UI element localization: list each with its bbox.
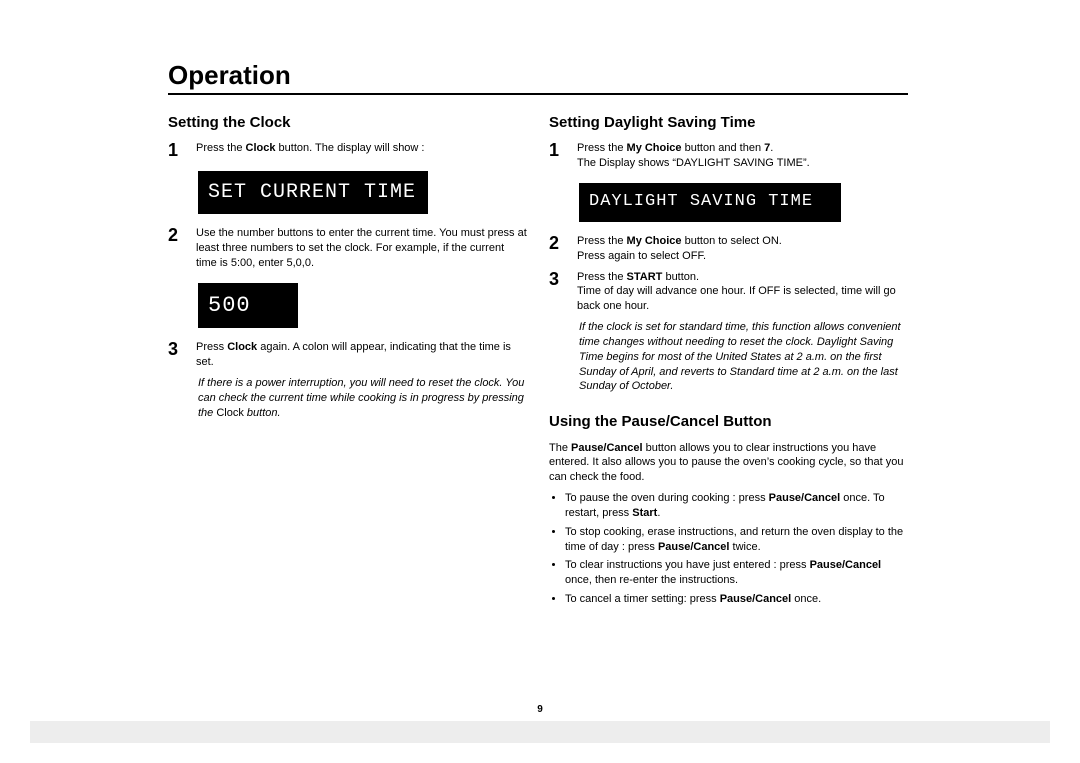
text: . [657,507,660,519]
clock-step-3: 3 Press Clock again. A colon will appear… [168,340,527,370]
bullet-pause: To pause the oven during cooking : press… [565,491,908,521]
lcd-display-500: 500 [198,283,298,329]
lcd-display-set-time: SET CURRENT TIME [198,171,428,214]
step-body: Use the number buttons to enter the curr… [196,226,527,271]
lcd-display-dst: DAYLIGHT SAVING TIME [579,183,841,222]
text: To clear instructions you have just ente… [565,559,810,571]
text: To pause the oven during cooking : press [565,492,769,504]
step-number: 2 [168,226,184,271]
page-number: 9 [0,704,1080,715]
pause-bullets: To pause the oven during cooking : press… [565,491,908,607]
step-number: 1 [549,141,565,171]
bullet-stop: To stop cooking, erase instructions, and… [565,525,908,555]
bullet-timer: To cancel a timer setting: press Pause/C… [565,592,908,607]
text: The Display shows “DAYLIGHT SAVING TIME”… [577,156,908,171]
text: Time of day will advance one hour. If OF… [577,284,908,314]
step-body: Press the START button. Time of day will… [577,270,908,315]
text: Press the [577,271,627,283]
text: button. [662,271,699,283]
text: Press again to select OFF. [577,249,908,264]
columns: Setting the Clock 1 Press the Clock butt… [168,109,908,611]
right-column: Setting Daylight Saving Time 1 Press the… [549,109,908,611]
left-column: Setting the Clock 1 Press the Clock butt… [168,109,527,611]
step-number: 2 [549,234,565,264]
step-body: Press the My Choice button to select ON.… [577,234,908,264]
text: To cancel a timer setting: press [565,593,720,605]
section-setting-clock: Setting the Clock [168,113,527,133]
step-body: Press the Clock button. The display will… [196,141,527,159]
step-body: Press the My Choice button and then 7. T… [577,141,908,171]
page-title: Operation [168,60,908,95]
bullet-clear: To clear instructions you have just ente… [565,558,908,588]
section-dst: Setting Daylight Saving Time [549,113,908,133]
start-label: Start [632,507,657,519]
start-label: START [627,271,663,283]
pause-cancel-label: Pause/Cancel [810,559,882,571]
clock-label: Clock [216,407,244,419]
manual-page: Operation Setting the Clock 1 Press the … [0,0,1080,763]
dst-step-2: 2 Press the My Choice button to select O… [549,234,908,264]
step-number: 3 [168,340,184,370]
dst-step-3: 3 Press the START button. Time of day wi… [549,270,908,315]
clock-label: Clock [227,341,257,353]
pause-intro: The Pause/Cancel button allows you to cl… [549,441,908,486]
pause-cancel-label: Pause/Cancel [571,442,643,454]
text: button and then [682,142,765,154]
dst-note: If the clock is set for standard time, t… [579,320,908,394]
text: Press the [577,142,627,154]
clock-step-2: 2 Use the number buttons to enter the cu… [168,226,527,271]
pause-cancel-label: Pause/Cancel [658,541,730,553]
step-number: 1 [168,141,184,159]
page-footer: 9 [0,704,1080,743]
section-pause-cancel: Using the Pause/Cancel Button [549,412,908,432]
text: The [549,442,571,454]
clock-note: If there is a power interruption, you wi… [198,376,527,421]
pause-cancel-label: Pause/Cancel [769,492,841,504]
dst-step-1: 1 Press the My Choice button and then 7.… [549,141,908,171]
text: button to select ON. [682,235,782,247]
text: button. [244,407,281,419]
step-body: Press Clock again. A colon will appear, … [196,340,527,370]
text: . [770,142,773,154]
text: once, then re-enter the instructions. [565,574,738,586]
clock-step-1: 1 Press the Clock button. The display wi… [168,141,527,159]
text: Press [196,341,227,353]
content-area: Operation Setting the Clock 1 Press the … [168,60,908,611]
text: Press the [577,235,627,247]
text: button. The display will show : [276,142,425,154]
step-number: 3 [549,270,565,315]
clock-label: Clock [246,142,276,154]
text: Press the [196,142,246,154]
my-choice-label: My Choice [627,235,682,247]
text: once. [791,593,821,605]
my-choice-label: My Choice [627,142,682,154]
text: twice. [729,541,760,553]
footer-bar [30,721,1050,743]
pause-cancel-label: Pause/Cancel [720,593,792,605]
